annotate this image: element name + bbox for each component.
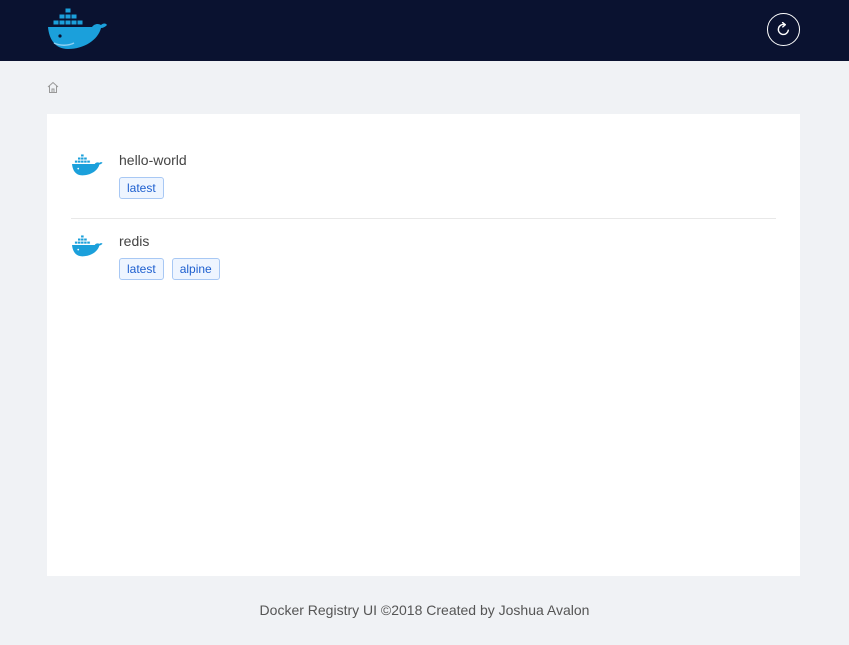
tag-badge[interactable]: latest xyxy=(119,177,164,199)
home-icon[interactable] xyxy=(47,81,59,94)
docker-whale-icon xyxy=(72,234,103,257)
repository-item-redis[interactable]: redis latest alpine xyxy=(71,231,776,291)
docker-whale-icon xyxy=(72,153,103,176)
footer-text: Docker Registry UI ©2018 Created by Josh… xyxy=(259,602,590,618)
docker-logo[interactable] xyxy=(46,6,108,52)
tag-badge[interactable]: latest xyxy=(119,258,164,280)
tag-list: latest alpine xyxy=(119,258,220,280)
repository-list-card: hello-world latest redis latest alpine xyxy=(47,114,800,576)
breadcrumb xyxy=(47,81,59,95)
tag-list: latest xyxy=(119,177,164,199)
refresh-icon xyxy=(777,22,789,36)
docker-whale-icon xyxy=(48,7,107,49)
repository-item-hello-world[interactable]: hello-world latest xyxy=(71,150,776,219)
repository-name[interactable]: redis xyxy=(119,233,149,249)
tag-badge[interactable]: alpine xyxy=(171,258,220,280)
repository-name[interactable]: hello-world xyxy=(119,152,187,168)
refresh-button[interactable] xyxy=(767,13,800,46)
top-header xyxy=(0,0,849,61)
